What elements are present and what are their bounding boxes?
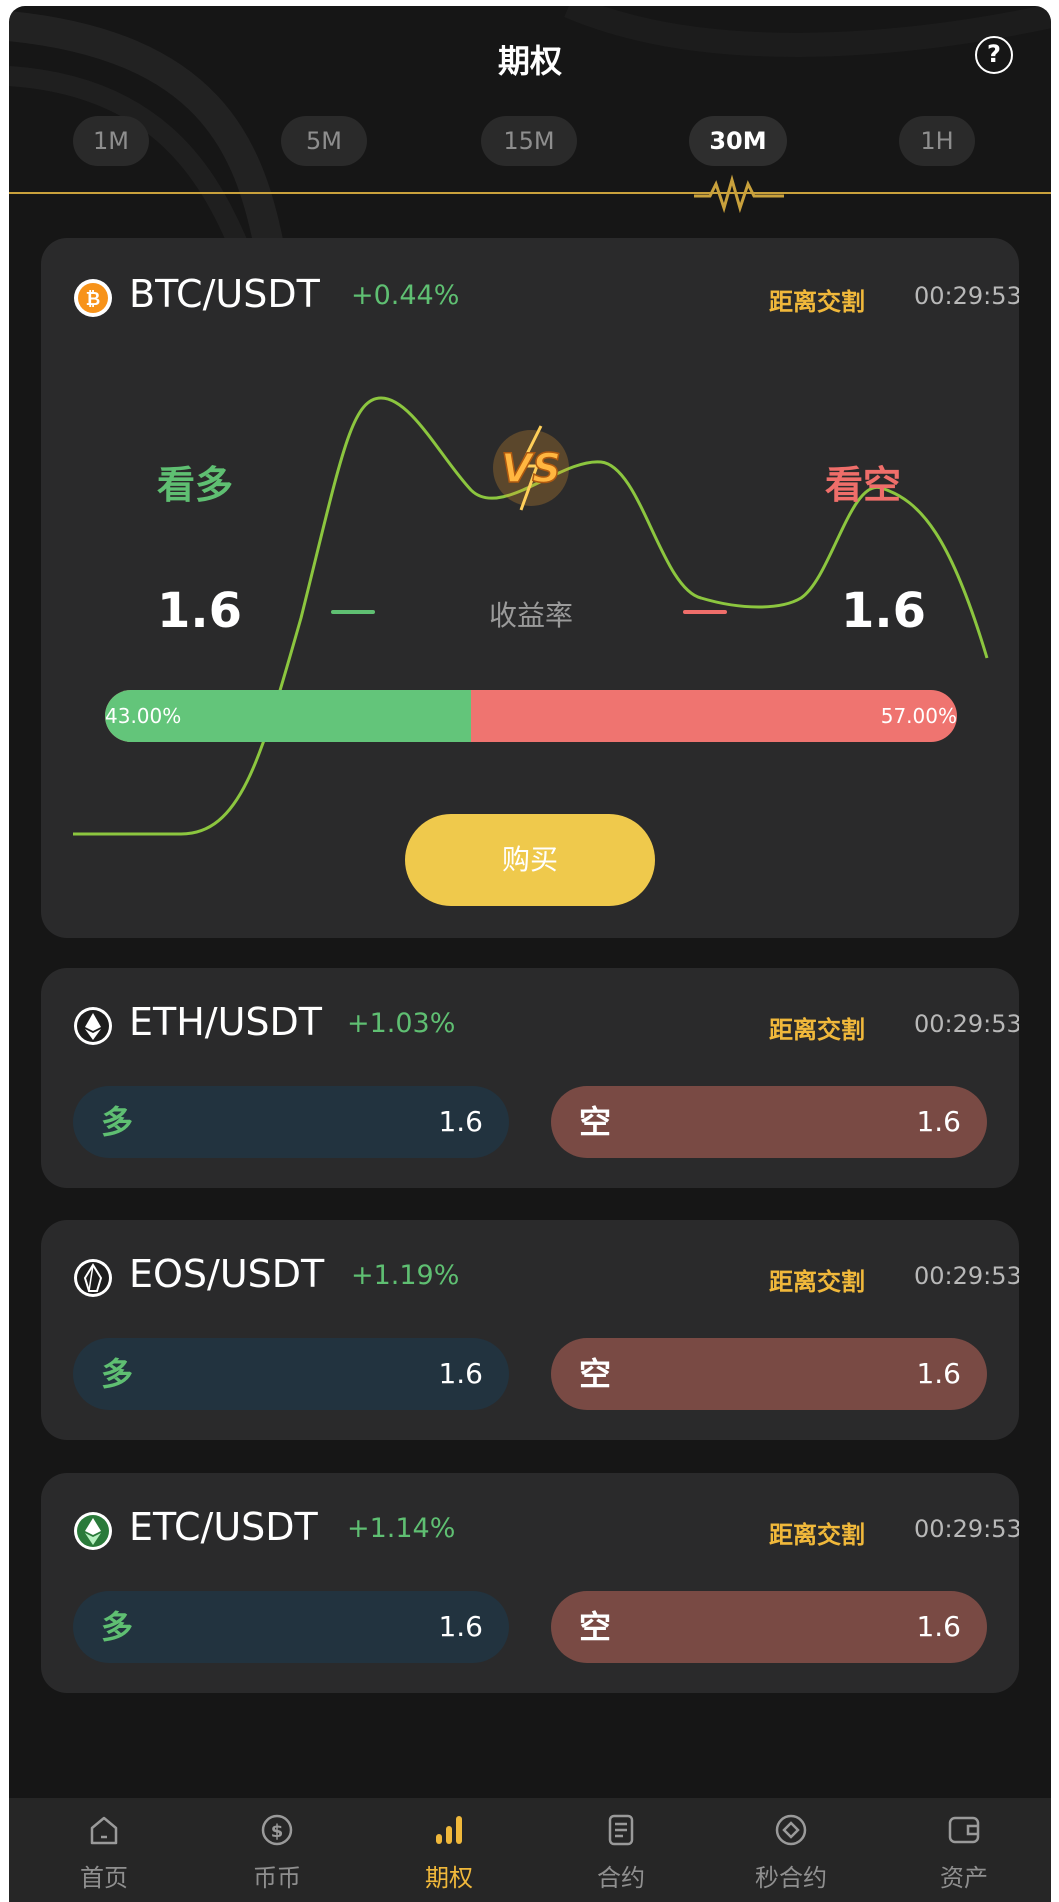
long-button[interactable]: 多 1.6: [73, 1591, 509, 1663]
nav-item-contract[interactable]: 合约: [561, 1798, 681, 1902]
bar-chart-icon: [436, 1816, 462, 1844]
market-card-etc: ETC/USDT +1.14% 距离交割 00:29:53 多 1.6 空 1.…: [41, 1473, 1019, 1693]
countdown-timer: 00:29:53: [914, 1515, 1019, 1543]
countdown-timer: 00:29:53: [914, 1262, 1019, 1290]
long-rate: 1.6: [157, 583, 243, 639]
tab-30m[interactable]: 30M: [689, 116, 787, 166]
delivery-label: 距离交割: [769, 1268, 865, 1296]
ethereum-classic-icon: [74, 1512, 112, 1550]
long-ratio-label: 43.00%: [105, 704, 182, 728]
short-value: 1.6: [916, 1357, 961, 1390]
long-button[interactable]: 多 1.6: [73, 1086, 509, 1158]
tab-15m[interactable]: 15M: [481, 116, 577, 166]
buy-button[interactable]: 购买: [405, 814, 655, 906]
long-value: 1.6: [438, 1357, 483, 1390]
home-icon: [90, 1816, 118, 1845]
nav-item-options[interactable]: 期权: [389, 1798, 509, 1902]
app-screen: 期权 ? 1M 5M 15M 30M 1H ₿ BTC/USDT +0.44% …: [9, 6, 1051, 1902]
vs-badge-icon: VS: [493, 425, 569, 511]
short-label: 空: [579, 1103, 612, 1141]
ethereum-icon: [74, 1007, 112, 1045]
svg-text:$: $: [271, 1821, 284, 1842]
short-label: 空: [579, 1608, 612, 1646]
long-label: 多: [101, 1355, 134, 1393]
long-value: 1.6: [438, 1610, 483, 1643]
market-card-eos: EOS/USDT +1.19% 距离交割 00:29:53 多 1.6 空 1.…: [41, 1220, 1019, 1440]
timeframe-tabs: 1M 5M 15M 30M 1H: [9, 116, 1051, 166]
document-icon: [608, 1814, 634, 1846]
long-side-label: 看多: [157, 463, 234, 507]
long-button[interactable]: 多 1.6: [73, 1338, 509, 1410]
nav-label: 合约: [597, 1864, 645, 1892]
nav-item-assets[interactable]: 资产: [904, 1798, 1024, 1902]
short-value: 1.6: [916, 1105, 961, 1138]
delivery-label: 距离交割: [769, 1016, 865, 1044]
yield-rate-label: 收益率: [488, 599, 573, 632]
market-card-eth: ETH/USDT +1.03% 距离交割 00:29:53 多 1.6 空 1.…: [41, 968, 1019, 1188]
price-change: +1.19%: [351, 1260, 460, 1291]
diamond-circle-icon: [775, 1814, 807, 1846]
price-change: +1.03%: [347, 1008, 456, 1039]
market-pair: EOS/USDT: [129, 1252, 325, 1296]
long-value: 1.6: [438, 1105, 483, 1138]
market-pair: ETC/USDT: [129, 1505, 318, 1549]
nav-label: 资产: [940, 1864, 988, 1892]
tab-1m[interactable]: 1M: [73, 116, 149, 166]
nav-label: 秒合约: [755, 1864, 827, 1892]
short-button[interactable]: 空 1.6: [551, 1086, 987, 1158]
help-button[interactable]: ?: [975, 36, 1013, 74]
bottom-navigation: 首页 $ 币币 期权 合约 秒合约 资产: [9, 1798, 1051, 1902]
long-label: 多: [101, 1608, 134, 1646]
nav-label: 币币: [253, 1864, 301, 1892]
short-rate: 1.6: [841, 583, 927, 639]
short-side-label: 看空: [825, 463, 902, 507]
tab-1h[interactable]: 1H: [899, 116, 975, 166]
price-change: +1.14%: [347, 1513, 456, 1544]
svg-text:VS: VS: [501, 446, 561, 492]
pulse-indicator-icon: [694, 174, 784, 214]
eos-icon: [74, 1259, 112, 1297]
market-pair: ETH/USDT: [129, 1000, 323, 1044]
nav-item-home[interactable]: 首页: [44, 1798, 164, 1902]
question-circle-icon: ?: [987, 40, 1001, 68]
tab-5m[interactable]: 5M: [281, 116, 367, 166]
tab-divider: [9, 192, 1051, 194]
nav-item-second-contract[interactable]: 秒合约: [731, 1798, 851, 1902]
nav-label: 首页: [80, 1864, 128, 1892]
long-indicator: [331, 610, 375, 614]
page-title: 期权: [497, 42, 562, 80]
short-indicator: [683, 610, 727, 614]
short-button[interactable]: 空 1.6: [551, 1591, 987, 1663]
long-label: 多: [101, 1103, 134, 1141]
short-label: 空: [579, 1355, 612, 1393]
nav-label: 期权: [425, 1864, 473, 1892]
nav-item-spot[interactable]: $ 币币: [217, 1798, 337, 1902]
featured-market-card: ₿ BTC/USDT +0.44% 距离交割 00:29:53 VS 看多 看空…: [41, 238, 1019, 938]
short-value: 1.6: [916, 1610, 961, 1643]
delivery-label: 距离交割: [769, 1521, 865, 1549]
dollar-coin-icon: $: [261, 1814, 293, 1846]
short-button[interactable]: 空 1.6: [551, 1338, 987, 1410]
wallet-icon: [948, 1816, 980, 1844]
long-short-ratio-bar: 43.00% 57.00%: [105, 690, 957, 742]
short-ratio-label: 57.00%: [880, 704, 957, 728]
countdown-timer: 00:29:53: [914, 1010, 1019, 1038]
